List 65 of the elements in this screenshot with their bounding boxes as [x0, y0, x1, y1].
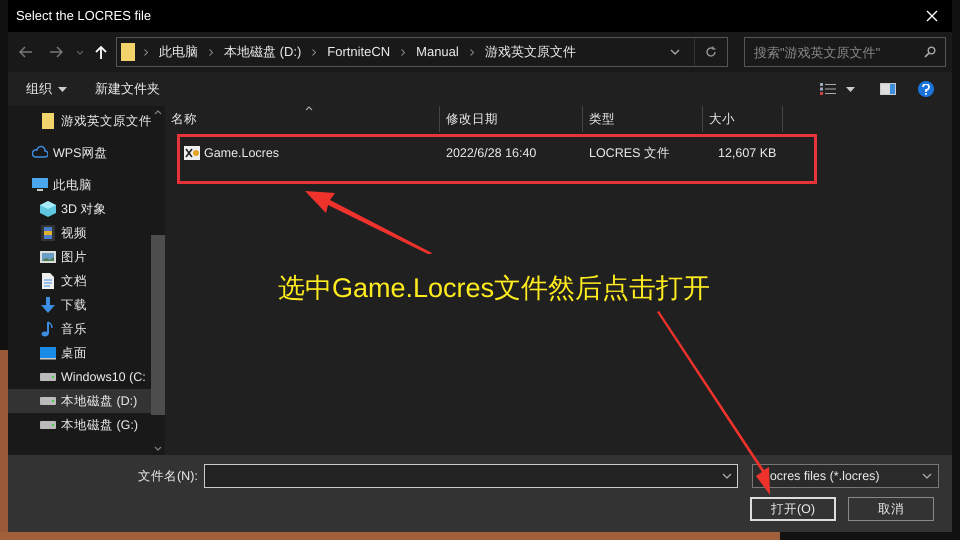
sidebar-item[interactable]: 桌面: [8, 341, 151, 365]
preview-pane-icon[interactable]: [880, 83, 896, 95]
sidebar-item[interactable]: 下载: [8, 293, 151, 317]
filename-field[interactable]: [204, 464, 738, 488]
desktop-icon: [40, 345, 56, 361]
open-button[interactable]: 打开(O): [750, 497, 836, 521]
chevron-right-icon: [144, 48, 148, 56]
sidebar-item[interactable]: 文档: [8, 269, 151, 293]
sidebar-item[interactable]: 音乐: [8, 317, 151, 341]
chevron-down-icon[interactable]: [722, 473, 732, 479]
sidebar-item[interactable]: WPS网盘: [8, 141, 151, 165]
organize-menu-button[interactable]: 组织: [26, 79, 67, 99]
chevron-down-icon[interactable]: [922, 473, 932, 479]
scrollbar-thumb[interactable]: [151, 235, 165, 415]
breadcrumb-item[interactable]: FortniteCN: [325, 42, 392, 62]
breadcrumb-item[interactable]: 本地磁盘 (D:): [222, 42, 304, 62]
new-folder-button[interactable]: 新建文件夹: [95, 79, 160, 99]
column-header[interactable]: 修改日期: [440, 106, 583, 132]
sidebar-item[interactable]: 3D 对象: [8, 197, 151, 221]
breadcrumb-item[interactable]: Manual: [414, 42, 461, 62]
file-row[interactable]: Game.Locres 2022/6/28 16:40 LOCRES 文件 12,607 KB: [177, 134, 817, 184]
scroll-down-icon[interactable]: [154, 446, 162, 451]
chevron-right-icon: [401, 48, 406, 56]
help-icon[interactable]: [918, 81, 934, 97]
sidebar-item[interactable]: 视频: [8, 221, 151, 245]
cloud-icon: [32, 145, 48, 161]
table-cell-text: 2022/6/28 16:40: [445, 144, 538, 162]
chevron-right-icon: [312, 48, 316, 56]
folder-icon: [40, 113, 56, 129]
chevron-right-icon: [209, 48, 213, 56]
sidebar-item[interactable]: Windows10 (C:: [8, 365, 151, 389]
search-field[interactable]: 搜索"游戏英文原文件": [744, 37, 946, 67]
sort-caret-icon: [305, 106, 313, 111]
view-options-icon[interactable]: [820, 82, 838, 96]
column-header[interactable]: 名称: [165, 106, 440, 132]
cancel-button[interactable]: 取消: [848, 497, 934, 521]
caret-icon: [58, 86, 67, 92]
address-bar[interactable]: 此电脑 本地磁盘 (D:) FortniteCN Manual 游戏英文原文件: [116, 37, 728, 67]
breadcrumb-item[interactable]: 游戏英文原文件: [482, 42, 578, 62]
chevron-down-icon[interactable]: [670, 49, 680, 55]
column-header[interactable]: 类型: [583, 106, 703, 132]
file-type-dropdown[interactable]: ocres files (*.locres): [752, 464, 939, 488]
breadcrumb-item[interactable]: 此电脑: [157, 42, 200, 62]
sidebar-item[interactable]: 本地磁盘 (D:): [8, 389, 151, 413]
sidebar-item[interactable]: 此电脑: [8, 173, 151, 197]
film-icon: [40, 225, 56, 241]
sidebar-item[interactable]: 本地磁盘 (G:): [8, 413, 151, 437]
monitor-icon: [32, 177, 48, 193]
document-icon: [40, 273, 56, 289]
table-cell-text: Game.Locres: [204, 144, 280, 162]
file-icon: [184, 146, 200, 160]
down-arrow-icon: [40, 297, 56, 313]
sidebar-item[interactable]: 图片: [8, 245, 151, 269]
picture-icon: [40, 249, 56, 265]
annotation-text: 选中Game.Locres文件然后点击打开: [278, 272, 710, 305]
table-cell-text: LOCRES 文件: [588, 144, 671, 162]
chevron-right-icon: [470, 48, 474, 56]
cube-icon: [40, 201, 56, 217]
search-icon: [924, 46, 936, 58]
folder-icon: [121, 43, 135, 61]
filename-label: 文件名(N):: [138, 468, 198, 485]
table-cell-text: 12,607 KB: [717, 144, 778, 162]
column-header[interactable]: 大小: [703, 106, 783, 132]
window-title: Select the LOCRES file: [16, 7, 152, 26]
scroll-up-icon[interactable]: [154, 110, 162, 115]
